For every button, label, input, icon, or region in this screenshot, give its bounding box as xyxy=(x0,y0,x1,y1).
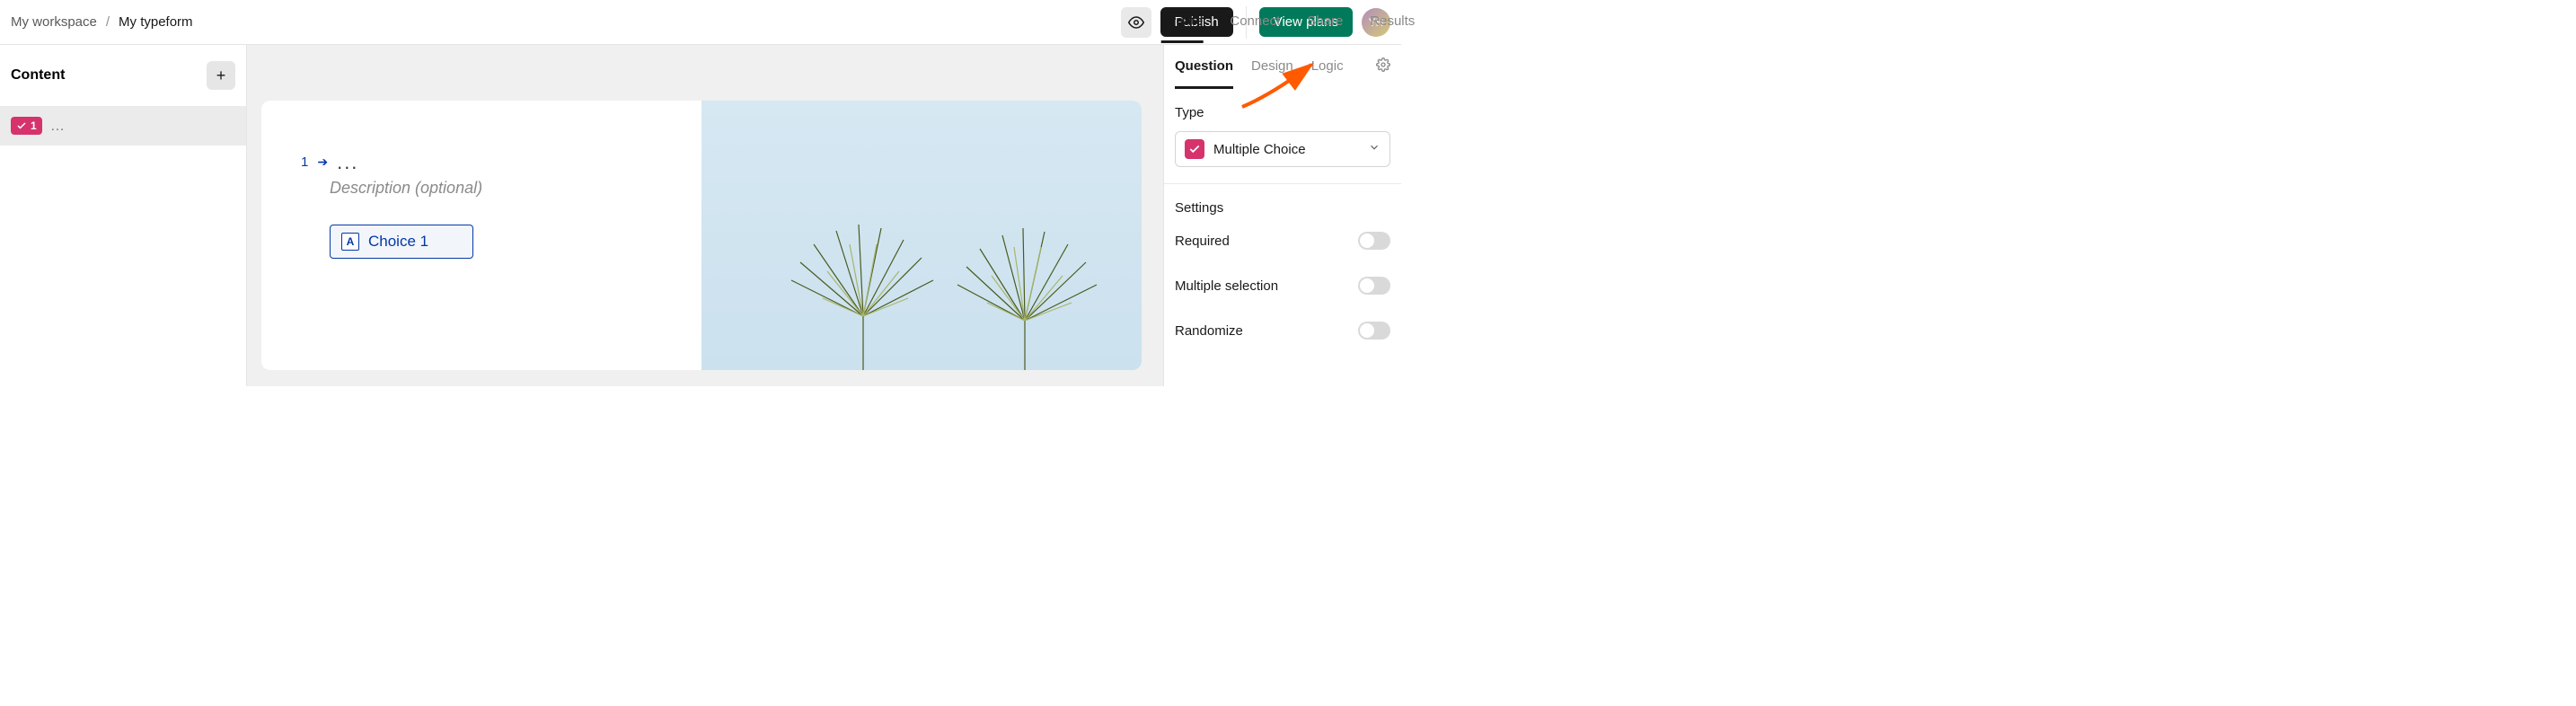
setting-label: Randomize xyxy=(1175,323,1243,339)
sidebar-right: Question Design Logic Type Multiple Choi… xyxy=(1163,45,1401,386)
question-title-input[interactable]: ... xyxy=(337,158,358,167)
breadcrumb: My workspace / My typeform xyxy=(11,14,193,30)
tab-question[interactable]: Question xyxy=(1175,58,1233,89)
toggle-randomize[interactable] xyxy=(1358,322,1390,340)
breadcrumb-current[interactable]: My typeform xyxy=(119,14,193,30)
plus-icon: + xyxy=(216,66,226,85)
settings-list: Required Multiple selection Randomize xyxy=(1175,226,1390,340)
settings-section: Settings Required Multiple selection Ran… xyxy=(1164,184,1401,356)
content-header: Content + xyxy=(0,45,246,106)
tab-share[interactable]: Share xyxy=(1307,2,1343,43)
question-preview-text: ... xyxy=(51,119,66,134)
top-tabs: Create Connect Share Results xyxy=(1161,2,1416,43)
question-number: 1 xyxy=(31,119,37,132)
add-question-button[interactable]: + xyxy=(207,61,235,90)
question-description-input[interactable]: Description (optional) xyxy=(330,179,684,198)
right-panel-tabs: Question Design Logic xyxy=(1164,45,1401,89)
question-image-panel[interactable] xyxy=(701,101,1142,370)
tab-design[interactable]: Design xyxy=(1251,58,1293,89)
type-section: Type Multiple Choice xyxy=(1164,89,1401,184)
sidebar-left: Content + 1 ... xyxy=(0,45,247,386)
choice-key-badge: A xyxy=(341,233,359,251)
question-type-badge: 1 xyxy=(11,117,42,135)
choices-list: A Choice 1 xyxy=(330,225,684,259)
toggle-multiple-selection[interactable] xyxy=(1358,277,1390,295)
question-type-select[interactable]: Multiple Choice xyxy=(1175,131,1390,167)
type-icon-badge xyxy=(1185,139,1204,159)
type-section-label: Type xyxy=(1175,105,1390,120)
settings-section-label: Settings xyxy=(1175,200,1390,216)
top-bar: My workspace / My typeform Create Connec… xyxy=(0,0,1401,45)
question-card: 1 ➔ ... Description (optional) A Choice … xyxy=(261,101,1142,370)
question-list-item[interactable]: 1 ... xyxy=(0,106,246,146)
setting-label: Required xyxy=(1175,234,1230,249)
setting-row-required: Required xyxy=(1175,232,1390,250)
main-layout: Content + 1 ... 1 ➔ ... xyxy=(0,45,1401,386)
setting-row-randomize: Randomize xyxy=(1175,322,1390,340)
tab-connect[interactable]: Connect xyxy=(1230,2,1280,43)
breadcrumb-separator: / xyxy=(106,14,110,30)
setting-row-multiple-selection: Multiple selection xyxy=(1175,277,1390,295)
question-number-indicator: 1 xyxy=(301,154,308,170)
tab-create[interactable]: Create xyxy=(1161,2,1204,43)
chevron-down-icon xyxy=(1368,141,1381,158)
check-icon xyxy=(16,120,27,131)
palm-tree-image xyxy=(935,217,1115,370)
question-list: 1 ... xyxy=(0,106,246,146)
question-number-row: 1 ➔ ... xyxy=(301,154,684,170)
question-editor: 1 ➔ ... Description (optional) A Choice … xyxy=(261,101,701,370)
gear-icon xyxy=(1376,57,1390,72)
palm-tree-image xyxy=(773,217,953,370)
type-selected-name: Multiple Choice xyxy=(1213,142,1359,157)
editor-canvas: 1 ➔ ... Description (optional) A Choice … xyxy=(247,45,1163,386)
setting-label: Multiple selection xyxy=(1175,278,1278,294)
settings-gear-button[interactable] xyxy=(1376,57,1390,89)
toggle-required[interactable] xyxy=(1358,232,1390,250)
tab-results[interactable]: Results xyxy=(1370,2,1415,43)
eye-icon xyxy=(1128,14,1144,31)
preview-button[interactable] xyxy=(1121,7,1151,38)
choice-label-input[interactable]: Choice 1 xyxy=(368,233,428,251)
choice-option[interactable]: A Choice 1 xyxy=(330,225,473,259)
tab-logic[interactable]: Logic xyxy=(1311,58,1344,89)
content-title: Content xyxy=(11,67,65,84)
check-icon xyxy=(1188,143,1201,155)
breadcrumb-workspace[interactable]: My workspace xyxy=(11,14,97,30)
arrow-right-icon: ➔ xyxy=(317,154,328,170)
